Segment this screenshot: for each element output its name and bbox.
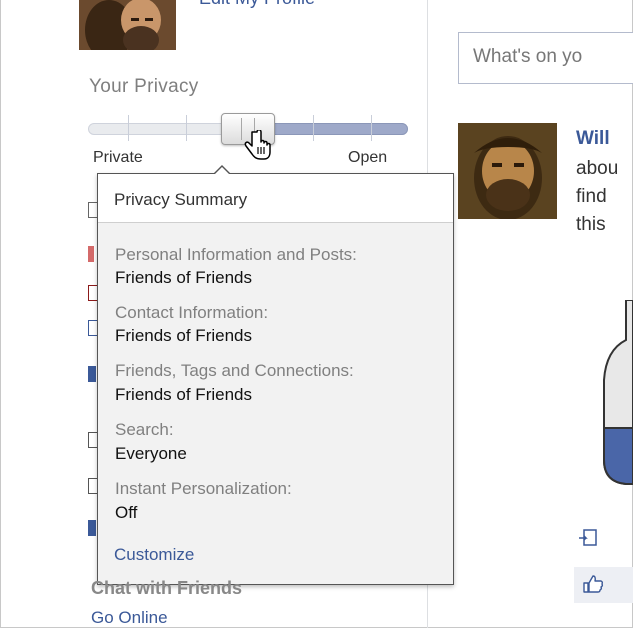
slider-tick — [371, 115, 372, 141]
slider-tick — [313, 115, 314, 141]
status-placeholder: What's on yo — [473, 46, 583, 67]
privacy-heading: Your Privacy — [89, 76, 199, 97]
share-icon[interactable] — [578, 528, 600, 553]
story-author-name[interactable]: Will — [576, 128, 610, 150]
nav-icon[interactable] — [88, 520, 96, 536]
summary-label: Friends, Tags and Connections: — [115, 361, 354, 380]
summary-label: Search: — [115, 420, 174, 439]
slider-tick — [128, 115, 129, 141]
popup-title: Privacy Summary — [114, 190, 248, 209]
chat-heading: Chat with Friends — [91, 578, 243, 598]
privacy-summary-popup: Privacy Summary Personal Information and… — [97, 173, 454, 585]
thumbs-up-icon[interactable] — [582, 574, 604, 599]
summary-value: Friends of Friends — [115, 326, 252, 345]
summary-label: Contact Information: — [115, 303, 269, 322]
customize-link[interactable]: Customize — [114, 545, 194, 565]
story-text-line: find — [576, 186, 607, 207]
profile-avatar[interactable] — [79, 0, 176, 50]
edit-profile-link[interactable]: Edit My Profile — [199, 0, 315, 9]
story-text-line: this — [576, 214, 606, 235]
summary-value: Friends of Friends — [115, 268, 252, 287]
story-author-photo[interactable] — [458, 123, 557, 219]
summary-label: Instant Personalization: — [115, 479, 292, 498]
hand-cursor-icon — [243, 129, 273, 167]
slider-tick — [186, 115, 187, 141]
popup-header: Privacy Summary — [98, 174, 453, 223]
summary-value: Everyone — [115, 444, 187, 463]
go-online-link[interactable]: Go Online — [91, 608, 168, 628]
nav-icon[interactable] — [88, 246, 94, 262]
summary-value: Off — [115, 503, 138, 522]
popup-pointer-inner — [215, 167, 229, 174]
nav-icon[interactable] — [88, 366, 96, 382]
summary-label: Personal Information and Posts: — [115, 245, 357, 264]
summary-value: Friends of Friends — [115, 385, 252, 404]
story-attachment-image[interactable] — [598, 299, 633, 495]
slider-max-label: Open — [348, 149, 388, 166]
slider-min-label: Private — [93, 149, 143, 166]
story-text-line: abou — [576, 158, 619, 179]
